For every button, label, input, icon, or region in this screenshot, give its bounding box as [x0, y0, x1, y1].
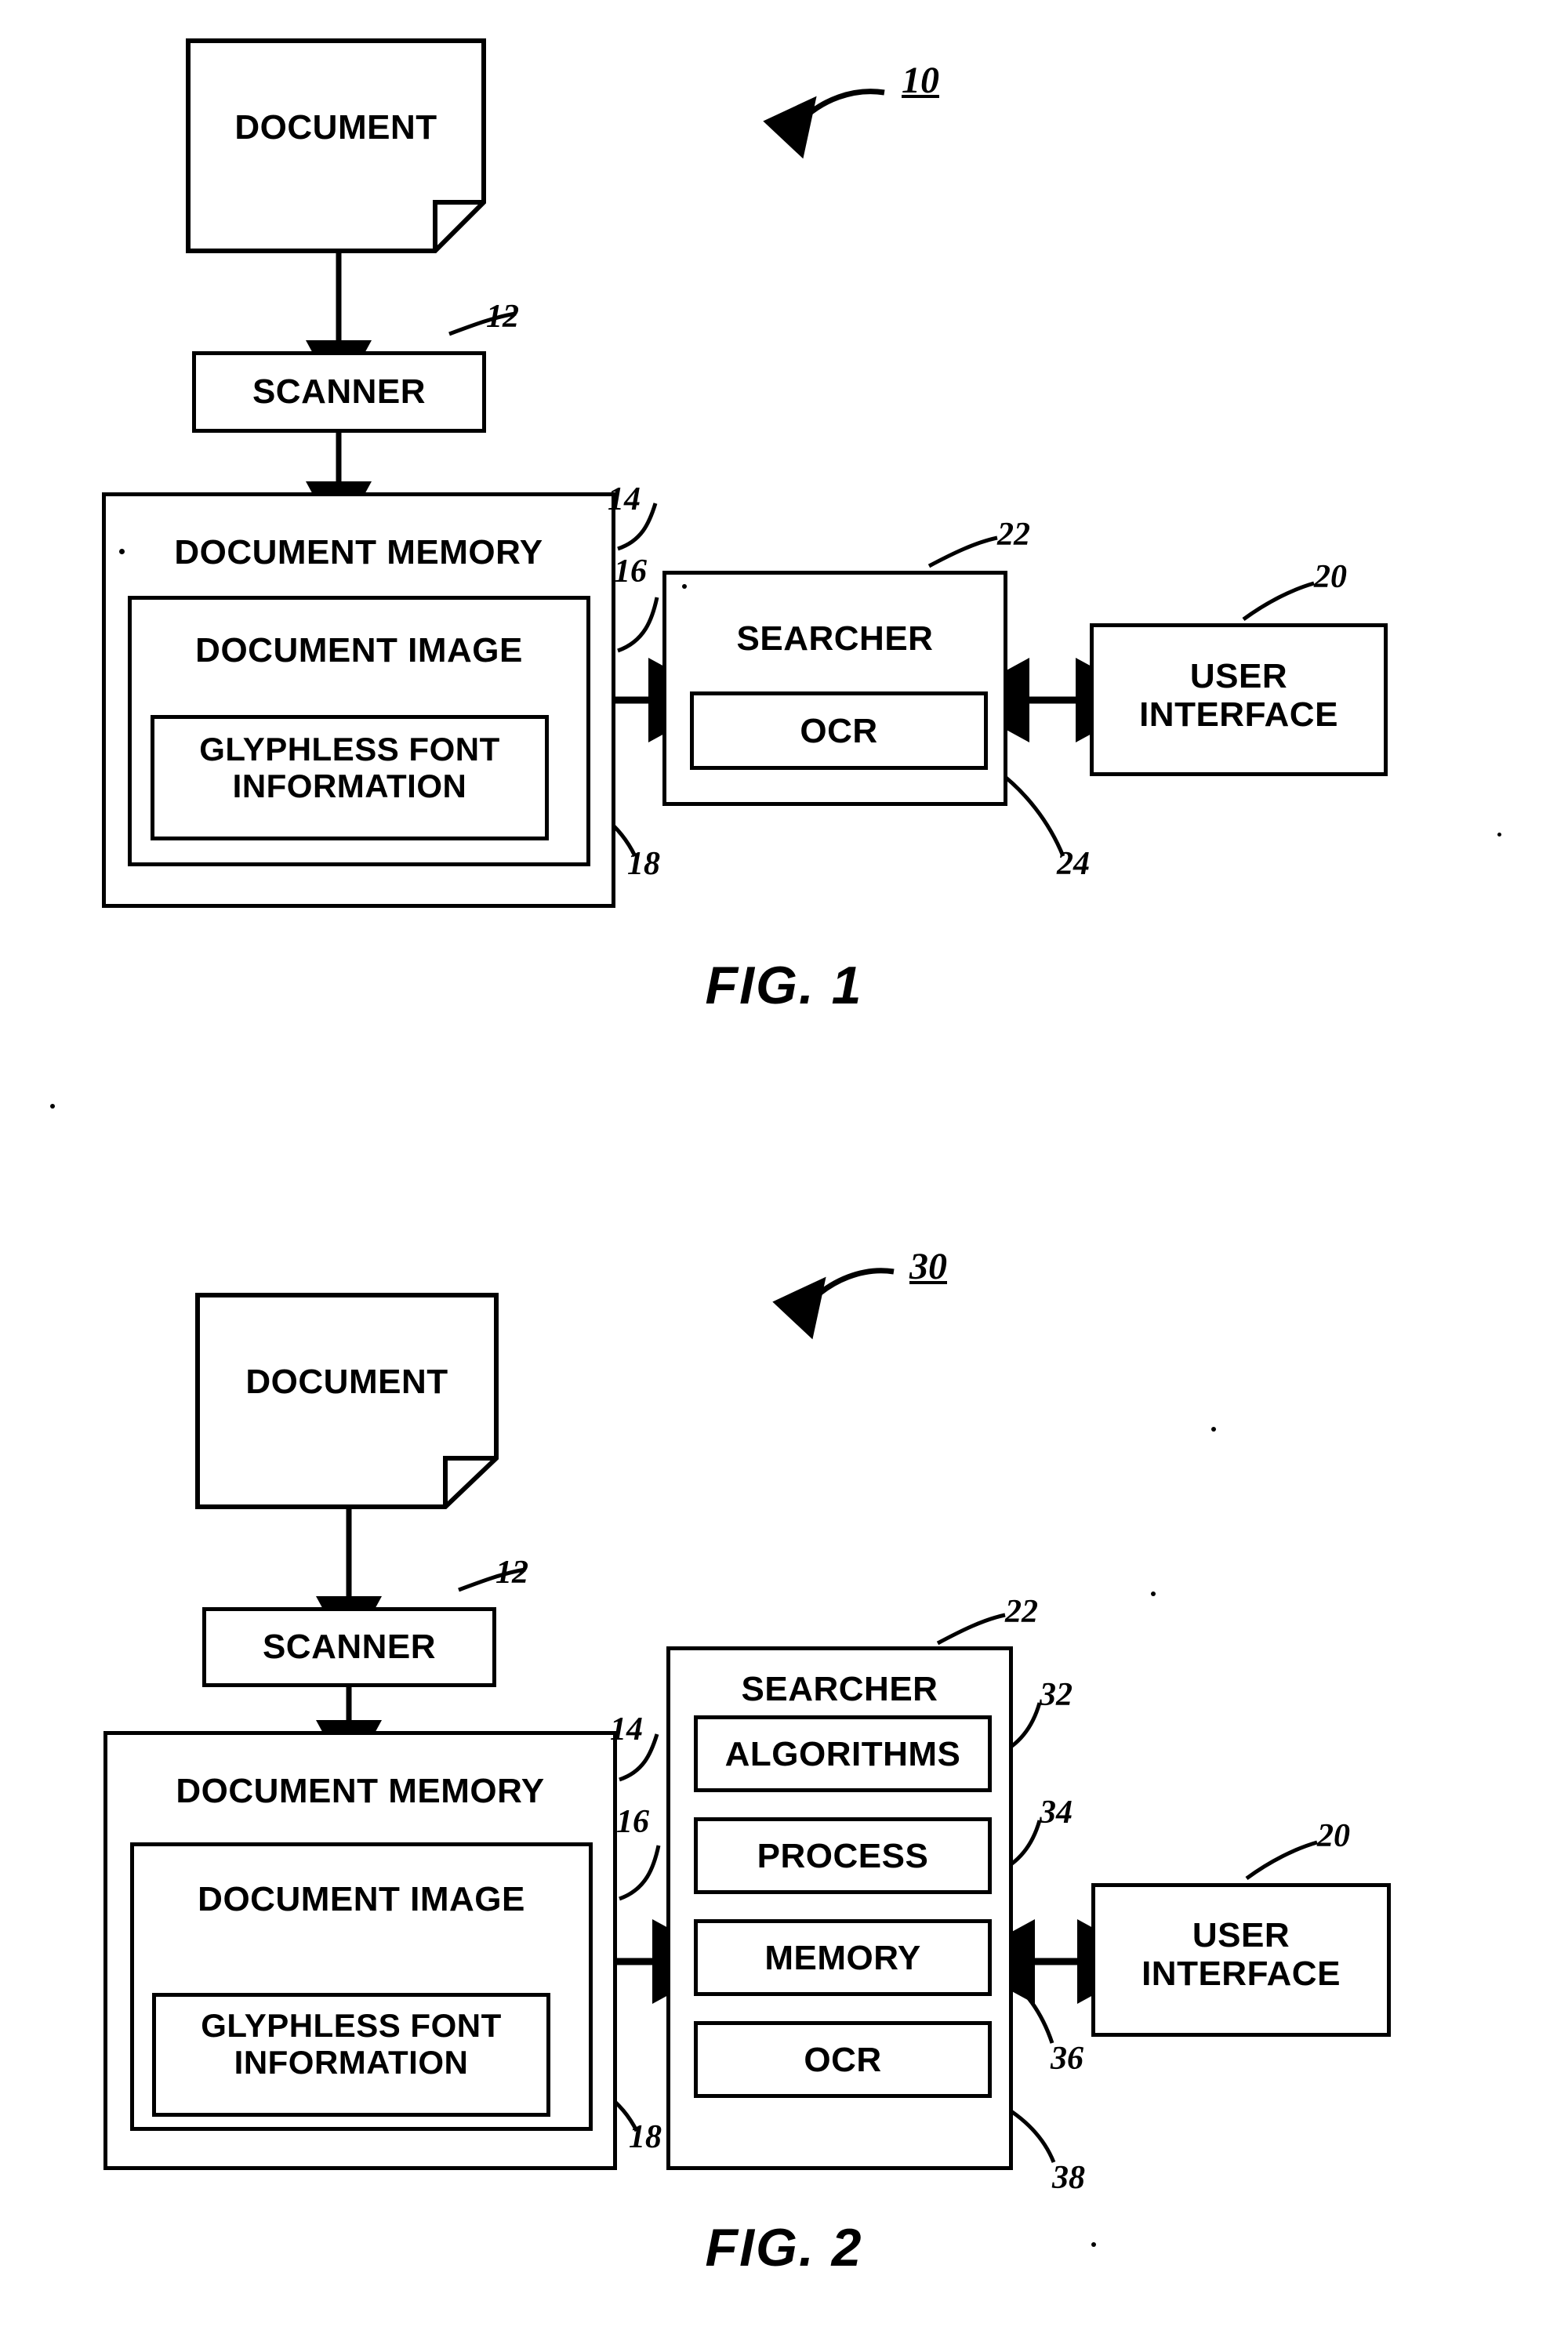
process-label: PROCESS — [757, 1837, 929, 1875]
system-ref-leader-10 — [763, 89, 885, 159]
document-memory-label: DOCUMENT MEMORY — [174, 533, 543, 572]
ref-14: 14 — [610, 1711, 643, 1748]
document-image-label: DOCUMENT IMAGE — [198, 1880, 525, 1918]
figure-2: DOCUMENT SCANNER 12 DOCUMENT MEMORY 14 D… — [0, 1223, 1568, 2330]
scan-artifact-speck — [1497, 833, 1501, 837]
ref-36: 36 — [1051, 2041, 1083, 2077]
glyphless-font-label: GLYPHLESS FONT INFORMATION — [201, 2007, 502, 2081]
glyphless-font-label: GLYPHLESS FONT INFORMATION — [199, 731, 500, 805]
ocr-label: OCR — [804, 2041, 882, 2079]
ref-22: 22 — [1005, 1594, 1038, 1630]
figure-1-caption: FIG. 1 — [705, 956, 863, 1015]
scanner-label: SCANNER — [252, 372, 426, 411]
user-interface-label: USER INTERFACE — [1139, 657, 1338, 735]
ref-16: 16 — [616, 1804, 649, 1840]
scan-artifact-speck — [119, 549, 125, 554]
document-image-label: DOCUMENT IMAGE — [195, 631, 523, 670]
leader-22 — [927, 535, 998, 568]
ref-12: 12 — [495, 1555, 528, 1591]
memory-label: MEMORY — [764, 1939, 921, 1977]
ref-24: 24 — [1057, 846, 1090, 882]
scan-artifact-speck — [682, 584, 687, 589]
searcher-label: SEARCHER — [736, 619, 934, 658]
scan-artifact-speck — [50, 1104, 55, 1109]
ref-22: 22 — [997, 517, 1030, 553]
ref-38: 38 — [1052, 2160, 1085, 2196]
ref-14: 14 — [608, 481, 641, 517]
system-ref-30: 30 — [909, 1246, 947, 1287]
figure-1: DOCUMENT SCANNER 12 DOCUMENT MEMORY 14 D… — [0, 0, 1568, 1098]
ref-12: 12 — [486, 299, 519, 335]
figure-2-caption: FIG. 2 — [705, 2218, 863, 2277]
system-ref-10: 10 — [902, 60, 939, 101]
scan-artifact-speck — [1151, 1591, 1156, 1596]
ref-18: 18 — [627, 846, 660, 882]
user-interface-label: USER INTERFACE — [1142, 1916, 1341, 1994]
leader-16 — [617, 597, 659, 653]
ref-32: 32 — [1040, 1677, 1073, 1713]
leader-20 — [1245, 1840, 1318, 1881]
ref-18: 18 — [629, 2119, 662, 2155]
ref-20: 20 — [1314, 559, 1347, 595]
system-ref-leader-30 — [772, 1268, 895, 1340]
document-label: DOCUMENT — [234, 108, 437, 147]
ref-34: 34 — [1040, 1795, 1073, 1831]
scan-artifact-speck — [1211, 1427, 1216, 1432]
ref-16: 16 — [614, 553, 647, 590]
algorithms-label: ALGORITHMS — [724, 1735, 961, 1773]
document-memory-label: DOCUMENT MEMORY — [176, 1772, 545, 1810]
ocr-label: OCR — [800, 712, 878, 750]
scan-artifact-speck — [1091, 2242, 1096, 2247]
ref-20: 20 — [1317, 1818, 1350, 1854]
leader-20 — [1242, 581, 1315, 622]
leader-16 — [619, 1845, 661, 1901]
leader-22 — [936, 1613, 1006, 1646]
searcher-label: SEARCHER — [741, 1670, 938, 1708]
document-label: DOCUMENT — [245, 1363, 448, 1401]
searcher-block — [662, 571, 1007, 806]
scanner-label: SCANNER — [262, 1628, 437, 1666]
